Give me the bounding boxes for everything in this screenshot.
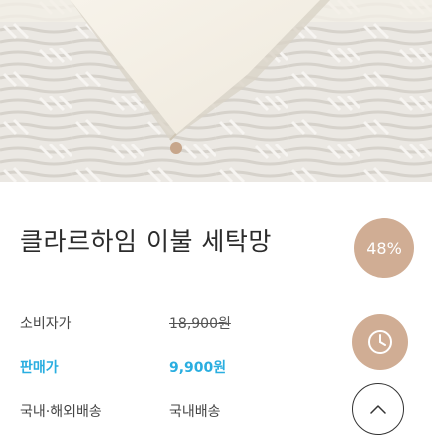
scroll-top-button[interactable] [352,383,404,435]
clock-icon [368,330,392,354]
recent-view-button[interactable] [352,314,408,370]
discount-badge: 48% [354,218,414,278]
consumer-price-value: 18,900원 [169,316,231,332]
shipping-label: 국내·해외배송 [20,404,102,420]
sale-price-value: 9,900원 [169,360,227,376]
quilted-fabric-image [0,0,432,182]
image-pager-dot[interactable] [170,142,182,154]
sale-price-label: 판매가 [20,360,59,376]
chevron-up-icon [370,405,386,414]
product-image[interactable] [0,0,432,182]
consumer-price-label: 소비자가 [20,316,72,332]
product-title: 클라르하임 이불 세탁망 [20,227,272,256]
shipping-value: 국내배송 [169,404,221,420]
